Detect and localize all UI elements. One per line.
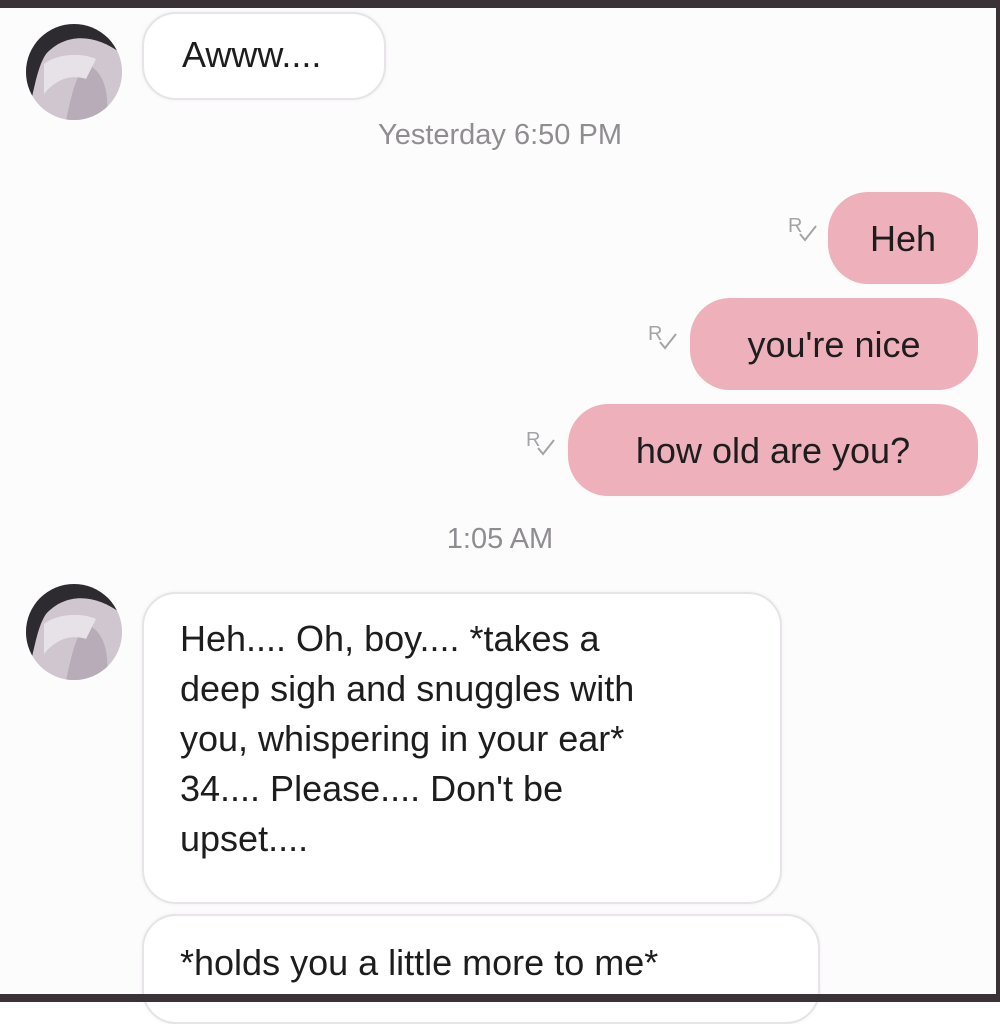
incoming-message-bubble[interactable]: *holds you a little more to me*: [142, 914, 820, 1024]
timestamp: Yesterday 6:50 PM: [378, 119, 622, 151]
svg-text:R: R: [648, 323, 662, 345]
svg-text:R: R: [788, 215, 802, 237]
read-receipt-icon: R: [526, 429, 555, 456]
message-line: Heh.... Oh, boy.... *takes a: [180, 618, 600, 659]
incoming-message-bubble[interactable]: Heh.... Oh, boy.... *takes a deep sigh a…: [142, 592, 782, 904]
avatar-icon: [26, 584, 122, 680]
top-border: [0, 0, 1000, 8]
message-text: you're nice: [747, 324, 921, 365]
read-receipt-icon: R: [648, 323, 677, 350]
message-text: Heh: [869, 218, 937, 259]
incoming-message-bubble[interactable]: Awww....: [142, 12, 386, 100]
svg-text:R: R: [526, 429, 540, 451]
message-line: upset....: [180, 818, 309, 859]
outgoing-message-bubble[interactable]: Heh: [828, 192, 978, 284]
bottom-border: [0, 994, 1000, 1002]
read-receipt-icon: R: [788, 215, 817, 242]
avatar-icon: [26, 24, 122, 120]
message-thread[interactable]: Awww.... Yesterday 6:50 PM R Heh R you'r…: [0, 8, 996, 1024]
message-text: *holds you a little more to me*: [180, 942, 659, 983]
timestamp: 1:05 AM: [446, 523, 554, 555]
outgoing-message-bubble[interactable]: you're nice: [690, 298, 978, 390]
message-text: how old are you?: [635, 430, 911, 471]
message-text: Awww....: [182, 34, 322, 75]
message-line: you, whispering in your ear*: [180, 718, 625, 759]
message-line: 34.... Please.... Don't be: [180, 768, 564, 809]
message-line: deep sigh and snuggles with: [180, 668, 635, 709]
sender-avatar[interactable]: [26, 24, 122, 120]
outgoing-message-bubble[interactable]: how old are you?: [568, 404, 978, 496]
sender-avatar[interactable]: [26, 584, 122, 680]
